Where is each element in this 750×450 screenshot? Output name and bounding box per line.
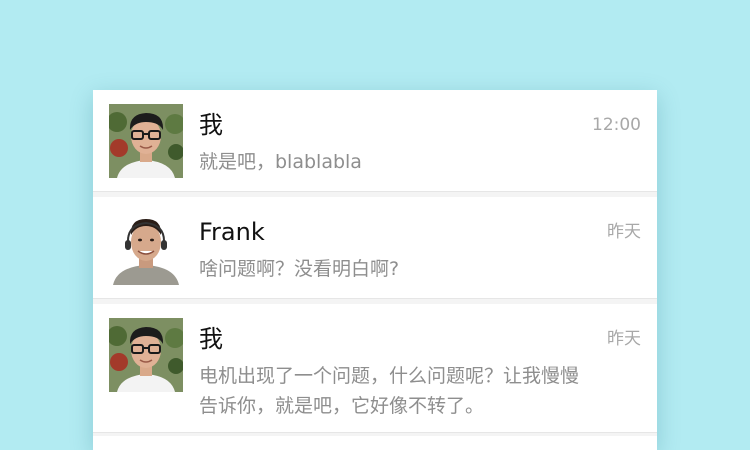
message-preview: 电机出现了一个问题，什么问题呢？让我慢慢告诉你，就是吧，它好像不转了。 — [199, 365, 580, 417]
conversation-item[interactable]: Frank 昨天 啥问题啊？没看明白啊? — [93, 197, 657, 299]
conversation-item[interactable]: 我 昨天 电机出现了一个问题，什么问题呢？让我慢慢告诉你，就是吧，它好像不转了。 — [93, 304, 657, 433]
message-time: 昨天 — [607, 222, 641, 242]
contact-name: 我 — [199, 111, 223, 139]
avatar-headset-man — [109, 211, 183, 285]
message-time: 12:00 — [592, 115, 641, 135]
contact-name: 我 — [199, 325, 223, 353]
message-preview: 啥问题啊？没看明白啊? — [199, 258, 400, 280]
conversation-item[interactable]: 我 12:00 就是吧，blablabla — [93, 90, 657, 192]
conversation-list: 我 12:00 就是吧，blablabla Frank 昨天 啥问题啊？没看明白… — [93, 90, 657, 450]
page-background: 我 12:00 就是吧，blablabla Frank 昨天 啥问题啊？没看明白… — [0, 0, 750, 450]
contact-name: Frank — [199, 218, 265, 246]
conversation-item[interactable] — [93, 436, 657, 450]
message-time: 昨天 — [607, 329, 641, 349]
avatar-glasses-man — [109, 104, 183, 178]
avatar-glasses-man — [109, 318, 183, 392]
message-preview: 就是吧，blablabla — [199, 151, 362, 173]
